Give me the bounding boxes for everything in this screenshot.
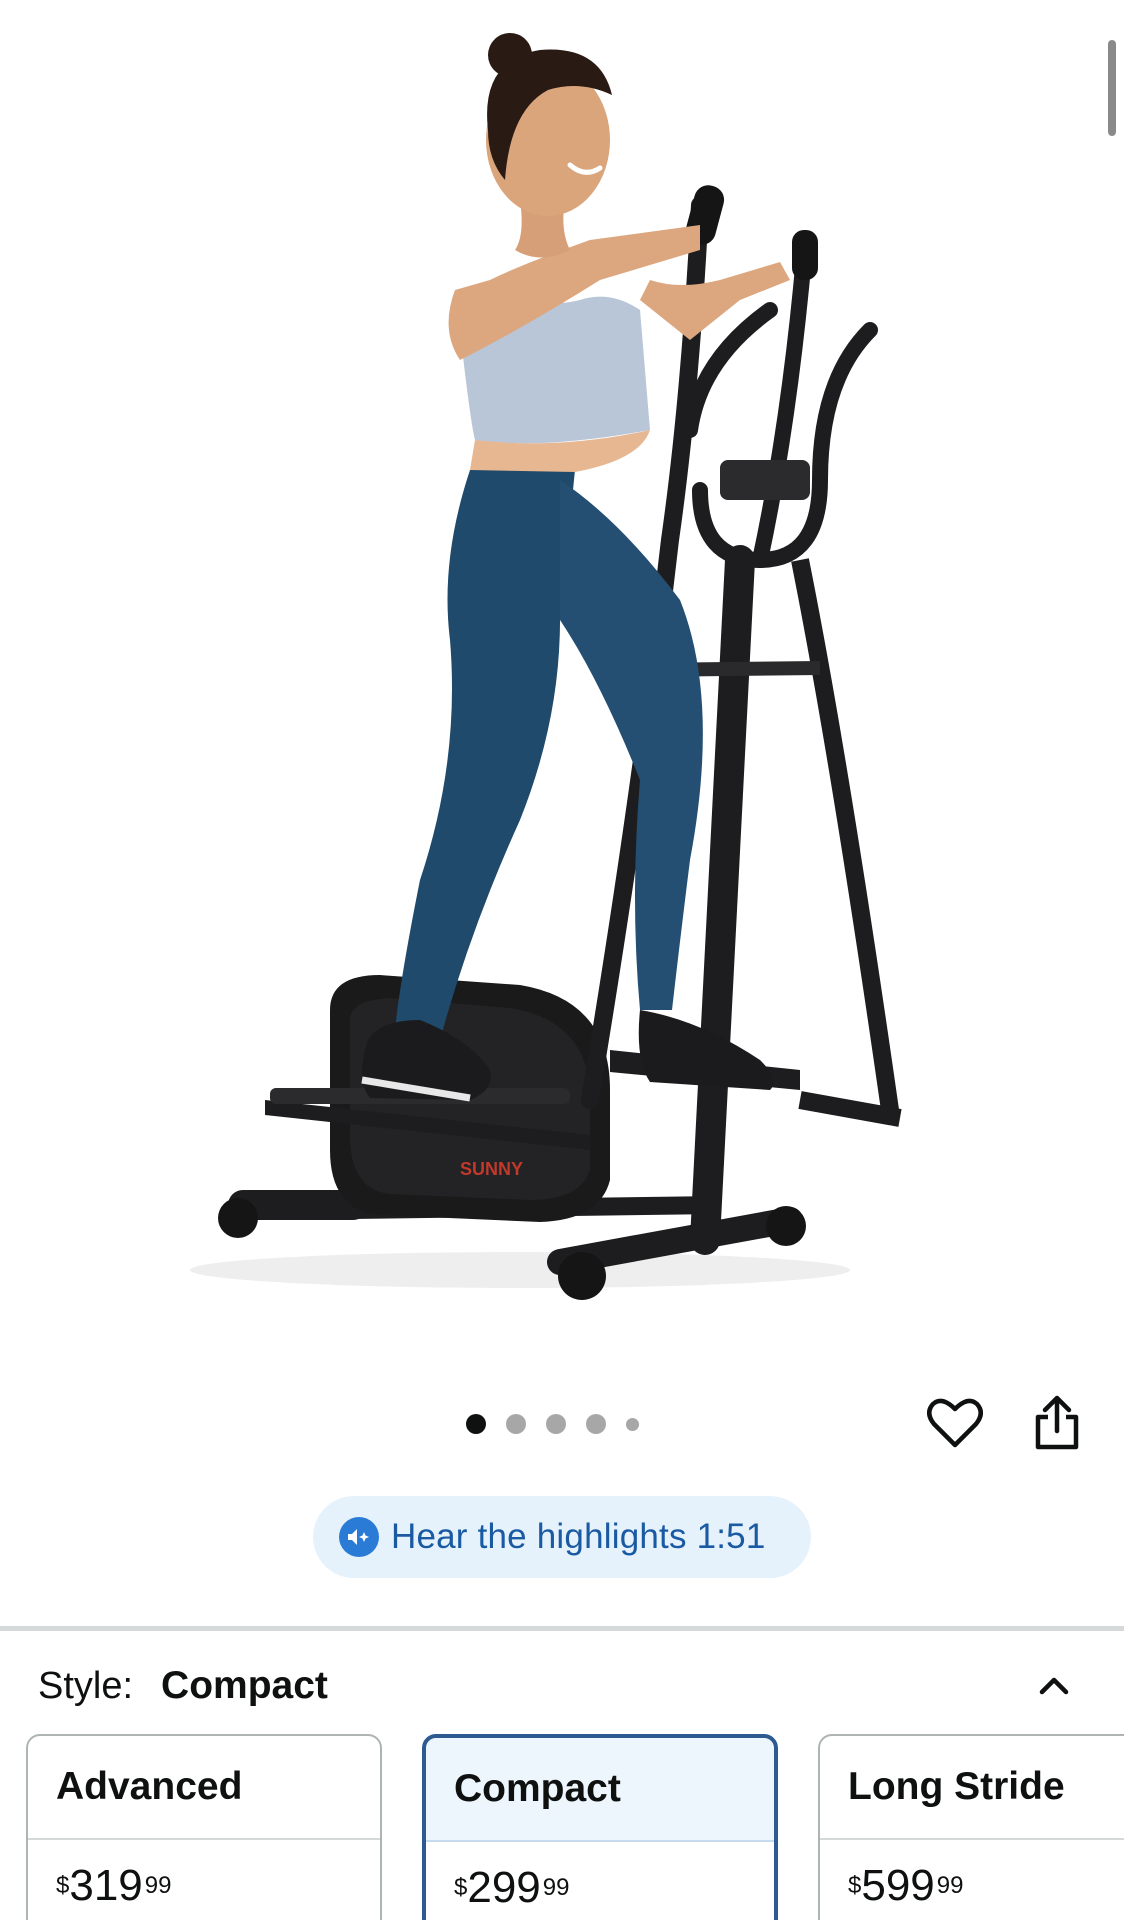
product-illustration: SUNNY <box>190 33 902 1300</box>
style-option-title: Advanced <box>28 1736 380 1840</box>
share-button[interactable] <box>1026 1392 1088 1454</box>
style-selector-header: Style: Compact <box>38 1664 328 1714</box>
share-icon <box>1035 1395 1079 1450</box>
style-option-title: Long Stride <box>820 1736 1124 1840</box>
product-image[interactable]: SUNNY <box>0 0 1124 1360</box>
price-whole: 599 <box>861 1861 935 1910</box>
section-divider <box>0 1626 1124 1631</box>
price-whole: 319 <box>69 1861 143 1910</box>
style-option-compact[interactable]: Compact $ 299 99 <box>422 1734 778 1920</box>
carousel-dot-1[interactable] <box>466 1414 486 1434</box>
price-symbol: $ <box>848 1872 862 1899</box>
style-option-price: $ 599 99 <box>820 1840 1124 1920</box>
chevron-up-icon <box>1039 1677 1069 1695</box>
brand-logo: SUNNY <box>460 1159 523 1179</box>
style-label: Style: <box>38 1665 134 1707</box>
hear-highlights-button[interactable]: Hear the highlights 1:51 <box>313 1496 811 1578</box>
style-option-advanced[interactable]: Advanced $ 319 99 <box>26 1734 382 1920</box>
carousel-dot-3[interactable] <box>546 1414 566 1434</box>
carousel-dot-2[interactable] <box>506 1414 526 1434</box>
style-option-price: $ 319 99 <box>28 1840 380 1920</box>
price-fraction: 99 <box>542 1874 570 1901</box>
price-fraction: 99 <box>936 1872 964 1899</box>
hear-highlights-label: Hear the highlights 1:51 <box>391 1517 766 1556</box>
price-whole: 299 <box>467 1863 541 1912</box>
carousel-dot-5[interactable] <box>626 1417 639 1431</box>
image-carousel-dots[interactable] <box>466 1410 639 1438</box>
style-option-price: $ 299 99 <box>426 1842 774 1920</box>
style-option-long-stride[interactable]: Long Stride $ 599 99 <box>818 1734 1124 1920</box>
heart-icon <box>927 1398 983 1448</box>
speaker-sparkle-icon <box>339 1517 379 1557</box>
style-selected-value: Compact <box>161 1664 328 1707</box>
price-symbol: $ <box>454 1874 468 1901</box>
carousel-dot-4[interactable] <box>586 1414 606 1434</box>
collapse-style-button[interactable] <box>1028 1660 1080 1712</box>
favorite-button[interactable] <box>924 1392 986 1454</box>
style-option-title: Compact <box>426 1738 774 1842</box>
price-fraction: 99 <box>144 1872 172 1899</box>
price-symbol: $ <box>56 1872 70 1899</box>
